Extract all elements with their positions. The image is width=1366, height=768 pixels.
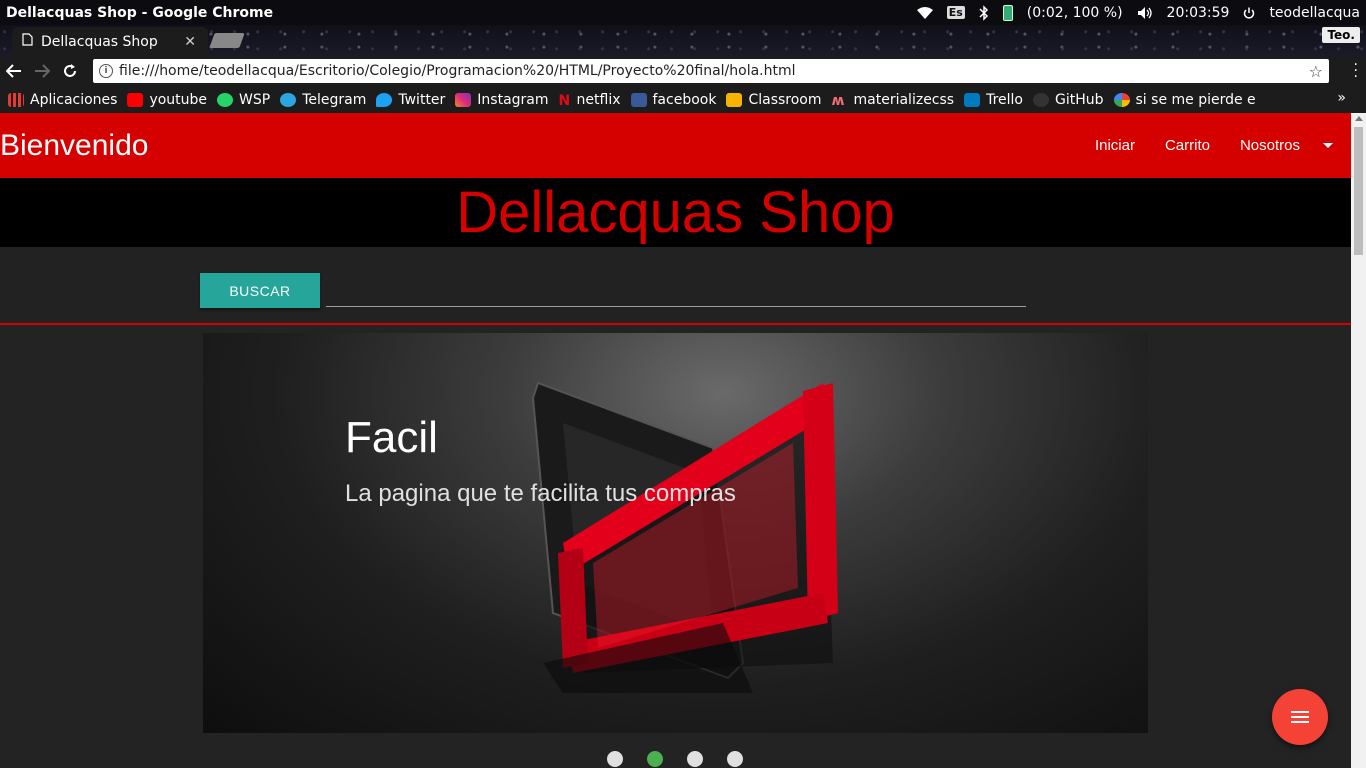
bookmark-star-icon[interactable]: ☆ bbox=[1309, 62, 1323, 81]
power-icon[interactable] bbox=[1243, 7, 1255, 19]
forward-arrow-icon[interactable] bbox=[28, 57, 56, 85]
youtube-icon bbox=[127, 92, 144, 107]
bookmark-facebook[interactable]: facebook bbox=[630, 92, 716, 108]
url-text[interactable]: file:///home/teodellacqua/Escritorio/Col… bbox=[119, 63, 796, 79]
bookmark-classroom[interactable]: Classroom bbox=[726, 92, 822, 108]
os-top-bar: Dellacquas Shop - Google Chrome Es (0:02… bbox=[0, 0, 1366, 25]
bookmark-telegram[interactable]: Telegram bbox=[280, 92, 366, 108]
floating-menu-button[interactable] bbox=[1272, 689, 1328, 745]
volume-icon[interactable] bbox=[1137, 6, 1153, 20]
bookmark-twitter[interactable]: Twitter bbox=[376, 92, 445, 108]
battery-icon[interactable] bbox=[1002, 4, 1013, 21]
wifi-icon[interactable] bbox=[916, 6, 933, 19]
carousel-dot-active[interactable] bbox=[647, 751, 663, 767]
search-button[interactable]: BUSCAR bbox=[200, 273, 320, 308]
bookmarks-bar: Aplicaciones youtube WSP Telegram Twitte… bbox=[0, 86, 1366, 113]
apps-grid-icon bbox=[8, 92, 24, 107]
whatsapp-icon bbox=[217, 92, 234, 107]
bookmark-github[interactable]: GitHub bbox=[1033, 92, 1104, 108]
bookmark-netflix[interactable]: Nnetflix bbox=[558, 92, 621, 109]
tab-strip: Dellacquas Shop ✕ Teo. bbox=[0, 25, 1366, 56]
address-bar[interactable]: i file:///home/teodellacqua/Escritorio/C… bbox=[93, 59, 1329, 83]
carousel-indicators bbox=[607, 751, 743, 767]
carousel-dot[interactable] bbox=[607, 751, 623, 767]
search-input[interactable] bbox=[326, 273, 1026, 307]
site-info-icon[interactable]: i bbox=[99, 64, 113, 78]
page-icon bbox=[22, 33, 33, 50]
github-icon bbox=[1033, 92, 1049, 107]
trello-icon bbox=[964, 92, 981, 107]
netflix-icon: N bbox=[558, 92, 571, 109]
scrollbar-thumb[interactable] bbox=[1354, 127, 1363, 255]
search-section: BUSCAR bbox=[0, 247, 1351, 325]
nav-carrito[interactable]: Carrito bbox=[1150, 137, 1225, 154]
battery-status: (0:02, 100 %) bbox=[1026, 4, 1123, 21]
classroom-icon bbox=[726, 92, 743, 107]
shop-logo-image bbox=[531, 381, 838, 693]
instagram-icon bbox=[455, 92, 472, 107]
facebook-icon bbox=[630, 92, 647, 107]
bookmark-trello[interactable]: Trello bbox=[964, 92, 1023, 108]
page-viewport: Bienvenido Iniciar Carrito Nosotros Dell… bbox=[0, 113, 1366, 768]
carousel-dot[interactable] bbox=[687, 751, 703, 767]
clock[interactable]: 20:03:59 bbox=[1167, 5, 1230, 21]
profile-button[interactable]: Teo. bbox=[1322, 27, 1360, 43]
hamburger-menu-icon bbox=[1291, 711, 1309, 723]
bookmark-instagram[interactable]: Instagram bbox=[455, 92, 549, 108]
user-name[interactable]: teodellacqua bbox=[1269, 5, 1360, 21]
browser-tab[interactable]: Dellacquas Shop ✕ bbox=[12, 27, 208, 56]
close-tab-icon[interactable]: ✕ bbox=[184, 34, 196, 50]
twitter-icon bbox=[376, 92, 393, 107]
page-scrollbar[interactable] bbox=[1351, 113, 1366, 768]
carousel-dot[interactable] bbox=[727, 751, 743, 767]
reload-icon[interactable] bbox=[56, 57, 84, 85]
bookmark-google[interactable]: si se me pierde e bbox=[1113, 92, 1256, 108]
chrome-menu-icon[interactable]: · · · bbox=[1354, 58, 1358, 84]
back-arrow-icon[interactable] bbox=[0, 57, 28, 85]
nav-iniciar[interactable]: Iniciar bbox=[1080, 137, 1150, 154]
window-title: Dellacquas Shop - Google Chrome bbox=[6, 4, 274, 21]
slide-title: Facil bbox=[345, 413, 438, 462]
tab-title: Dellacquas Shop bbox=[41, 33, 158, 50]
hero-title: Dellacquas Shop bbox=[456, 180, 895, 245]
bluetooth-icon[interactable] bbox=[979, 4, 989, 21]
bookmark-aplicaciones[interactable]: Aplicaciones bbox=[8, 92, 117, 108]
new-tab-button[interactable] bbox=[209, 33, 245, 48]
more-bookmarks-icon[interactable]: » bbox=[1337, 90, 1346, 106]
hero-banner: Dellacquas Shop bbox=[0, 178, 1351, 247]
brand-logo[interactable]: Bienvenido bbox=[0, 129, 148, 163]
bookmark-youtube[interactable]: youtube bbox=[127, 92, 207, 108]
carousel-slide[interactable]: Facil La pagina que te facilita tus comp… bbox=[203, 333, 1148, 733]
bookmark-materializecss[interactable]: ʍ materializecss bbox=[831, 92, 955, 109]
dropdown-caret-icon[interactable] bbox=[1323, 143, 1333, 148]
site-navbar: Bienvenido Iniciar Carrito Nosotros bbox=[0, 113, 1351, 178]
bookmark-wsp[interactable]: WSP bbox=[217, 92, 270, 108]
google-icon bbox=[1113, 92, 1130, 107]
nav-nosotros[interactable]: Nosotros bbox=[1225, 137, 1315, 154]
materialize-icon: ʍ bbox=[831, 92, 845, 109]
telegram-icon bbox=[280, 92, 297, 107]
browser-toolbar: i file:///home/teodellacqua/Escritorio/C… bbox=[0, 56, 1366, 86]
scroll-up-arrow-icon[interactable] bbox=[1355, 116, 1363, 121]
slide-subtitle: La pagina que te facilita tus compras bbox=[345, 480, 736, 507]
keyboard-layout-indicator[interactable]: Es bbox=[946, 6, 965, 19]
